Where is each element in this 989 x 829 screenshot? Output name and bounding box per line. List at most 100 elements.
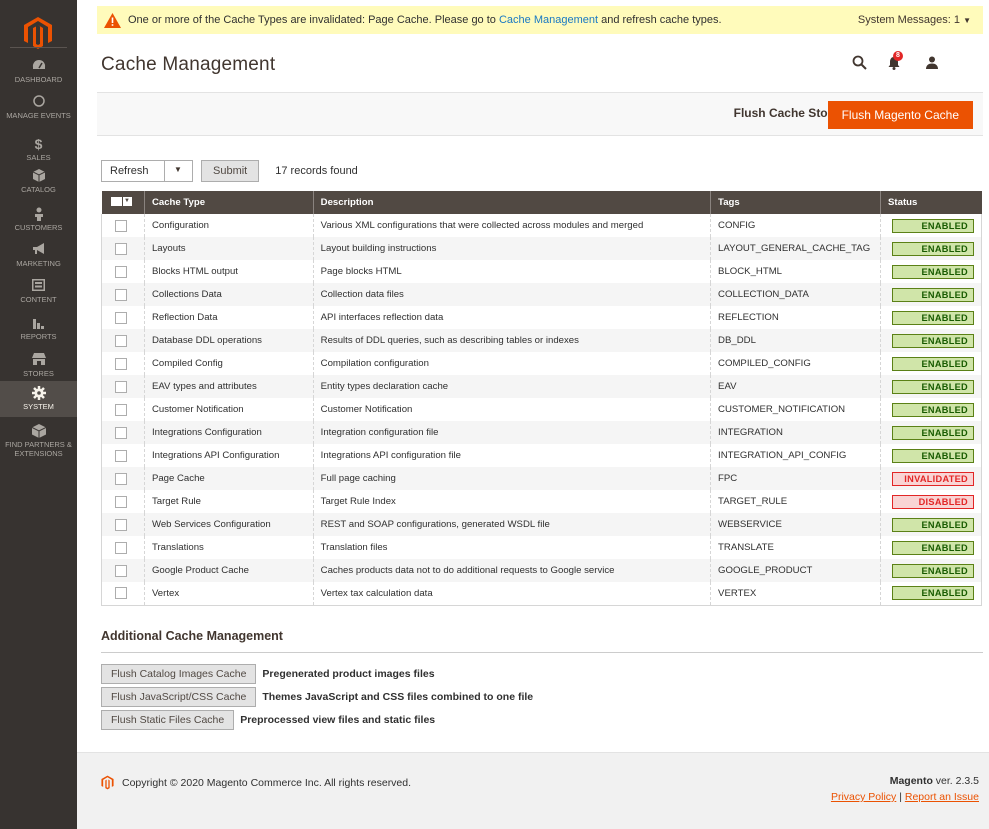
cache-type-cell: Target Rule [143,490,314,513]
system-messages-toggle[interactable]: System Messages: 1 ▼ [858,14,971,26]
row-checkbox-cell[interactable] [102,214,145,237]
mass-action-select[interactable]: Refresh ▼ [101,160,193,182]
tags-cell: INTEGRATION_API_CONFIG [710,444,881,467]
row-checkbox-cell[interactable] [102,536,145,559]
sidebar-item-dashboard[interactable]: DASHBOARD [0,59,77,84]
row-checkbox[interactable] [115,541,127,554]
sidebar-item-reports[interactable]: REPORTS [0,316,77,341]
cache-management-link[interactable]: Cache Management [499,14,598,26]
row-checkbox[interactable] [115,403,127,416]
description-cell: Various XML configurations that were col… [312,214,711,237]
row-checkbox[interactable] [115,495,127,508]
row-checkbox-cell[interactable] [102,260,145,283]
row-checkbox-cell[interactable] [102,490,145,513]
row-checkbox-cell[interactable] [101,375,145,398]
sidebar-item-sales[interactable]: $ SALES [0,137,77,162]
status-cell: ENABLED [880,214,982,237]
cache-type-cell: Page Cache [143,467,314,490]
row-checkbox-cell[interactable] [102,352,145,375]
cache-type-cell: Customer Notification [143,398,314,421]
search-icon[interactable] [852,55,867,70]
notifications-button[interactable]: 8 [887,51,905,70]
table-row: Integrations Configuration Integration co… [101,421,982,444]
additional-cache-desc: Pregenerated product images files [262,668,435,680]
sidebar-item-customers[interactable]: CUSTOMERS [0,207,77,232]
row-checkbox[interactable] [115,472,127,485]
additional-cache-row: Flush JavaScript/CSS Cache Themes JavaSc… [101,687,533,707]
description-cell: Full page caching [312,467,711,490]
chevron-down-icon: ▼ [122,196,132,206]
records-count: 17 records found [275,165,358,177]
row-checkbox[interactable] [115,357,127,370]
row-checkbox-cell[interactable] [101,237,145,260]
privacy-policy-link[interactable]: Privacy Policy [831,791,896,803]
row-checkbox[interactable] [115,518,127,531]
user-icon[interactable] [925,56,939,69]
row-checkbox[interactable] [115,242,127,255]
flush-js-css-button[interactable]: Flush JavaScript/CSS Cache [101,687,257,707]
row-checkbox[interactable] [115,587,127,600]
row-checkbox-cell[interactable] [101,467,145,490]
sidebar-item-system[interactable]: SYSTEM [0,381,77,417]
row-checkbox-cell[interactable] [102,582,145,605]
flush-catalog-images-button[interactable]: Flush Catalog Images Cache [101,664,257,684]
additional-cache-desc: Preprocessed view files and static files [240,714,436,726]
cache-type-cell: Compiled Config [143,352,314,375]
submit-button[interactable]: Submit [201,160,260,182]
person-icon [0,207,77,221]
status-badge: INVALIDATED [892,471,974,486]
row-checkbox[interactable] [115,265,127,278]
status-cell: INVALIDATED [880,467,982,490]
row-checkbox-cell[interactable] [101,329,145,352]
mass-select-checkbox[interactable]: ▼ [110,196,132,206]
description-cell: Entity types declaration cache [312,375,711,398]
status-cell: ENABLED [880,375,982,398]
cache-type-cell: Configuration [143,214,314,237]
cache-type-cell: Collections Data [143,283,314,306]
cache-type-cell: Layouts [143,237,314,260]
cache-type-cell: Web Services Configuration [143,513,314,536]
page-footer: Copyright © 2020 Magento Commerce Inc. A… [77,752,989,829]
status-badge: ENABLED [892,310,974,325]
cache-type-cell: Integrations API Configuration [143,444,314,467]
page-actions-bar: Flush Cache Storage Flush Magento Cache [97,92,983,136]
tags-cell: REFLECTION [710,306,881,329]
row-checkbox-cell[interactable] [102,306,145,329]
report-issue-link[interactable]: Report an Issue [905,791,979,803]
description-cell: Page blocks HTML [312,260,711,283]
row-checkbox[interactable] [115,311,127,324]
flush-static-files-button[interactable]: Flush Static Files Cache [101,710,235,730]
row-checkbox[interactable] [115,564,127,577]
table-row: Compiled Config Compilation configuration… [102,352,982,375]
magento-logo-icon[interactable] [23,16,53,50]
row-checkbox-cell[interactable] [101,421,145,444]
description-cell: Translation files [312,536,711,559]
row-checkbox-cell[interactable] [102,398,145,421]
row-checkbox-cell[interactable] [102,444,145,467]
flush-magento-cache-button[interactable]: Flush Magento Cache [827,101,973,129]
row-checkbox[interactable] [115,334,127,347]
row-checkbox[interactable] [115,219,127,232]
row-checkbox[interactable] [115,426,127,439]
table-row: Page Cache Full page caching FPC INVALIDATE… [101,467,982,490]
status-badge: ENABLED [892,241,974,256]
column-header-description: Description [312,191,711,214]
row-checkbox-cell[interactable] [101,559,145,582]
cache-type-cell: EAV types and attributes [143,375,314,398]
row-checkbox[interactable] [115,449,127,462]
description-cell: Layout building instructions [312,237,711,260]
table-row: Reflection Data API interfaces reflection… [102,306,982,329]
magento-logo-icon [101,775,114,790]
cache-type-cell: Translations [143,536,314,559]
sidebar-item-find-partners[interactable]: FIND PARTNERS & EXTENSIONS [0,424,77,458]
row-checkbox[interactable] [115,288,127,301]
sidebar-item-content[interactable]: CONTENT [0,279,77,304]
sidebar-item-catalog[interactable]: CATALOG [0,169,77,194]
row-checkbox[interactable] [115,380,127,393]
row-checkbox-cell[interactable] [101,283,145,306]
sidebar-item-marketing[interactable]: MARKETING [0,243,77,268]
mass-select-header[interactable]: ▼ [101,191,145,214]
sidebar-item-manage-events[interactable]: MANAGE EVENTS [0,95,77,120]
row-checkbox-cell[interactable] [101,513,145,536]
sidebar-item-stores[interactable]: STORES [0,353,77,378]
